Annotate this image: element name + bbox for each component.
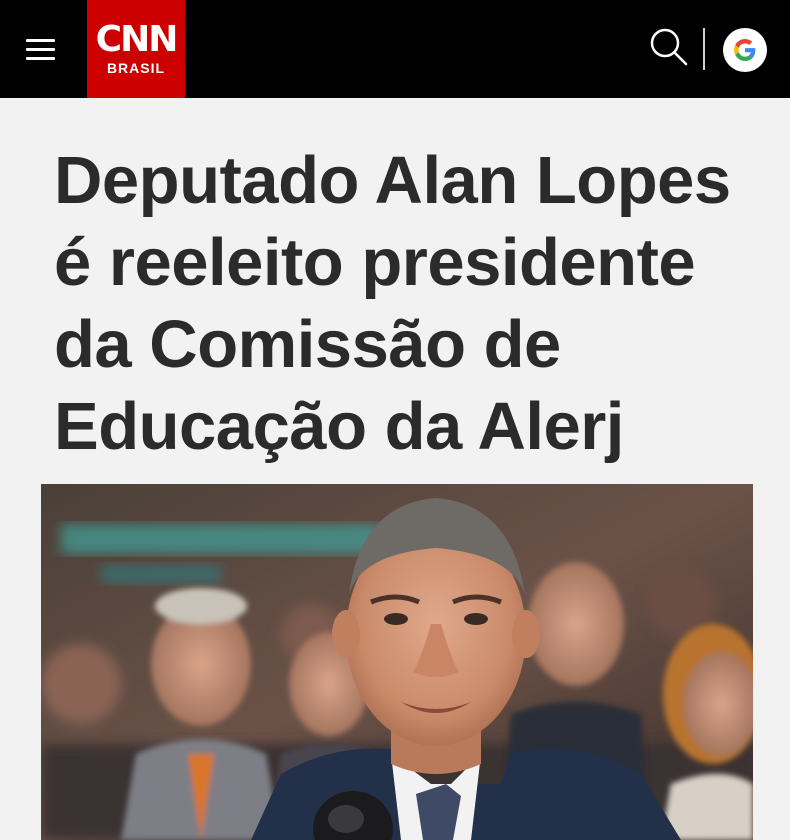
article-headline: Deputado Alan Lopes é reeleito president… (54, 143, 731, 464)
logo-wordmark: CNN (95, 19, 179, 60)
hamburger-line (26, 57, 55, 60)
cnn-brasil-logo[interactable]: CNN BRASIL (87, 0, 185, 98)
hamburger-line (26, 48, 55, 51)
top-navbar: CNN BRASIL (0, 0, 790, 98)
menu-button[interactable] (22, 34, 60, 64)
google-sign-in-button[interactable] (723, 28, 767, 72)
header-divider (703, 28, 705, 70)
search-button[interactable] (648, 26, 690, 68)
search-icon (650, 28, 688, 66)
article-hero-image[interactable] (41, 484, 753, 840)
hamburger-menu-icon (26, 39, 55, 42)
logo-subtitle: BRASIL (106, 60, 166, 76)
hero-photo (41, 484, 753, 840)
google-g-icon (734, 39, 756, 61)
